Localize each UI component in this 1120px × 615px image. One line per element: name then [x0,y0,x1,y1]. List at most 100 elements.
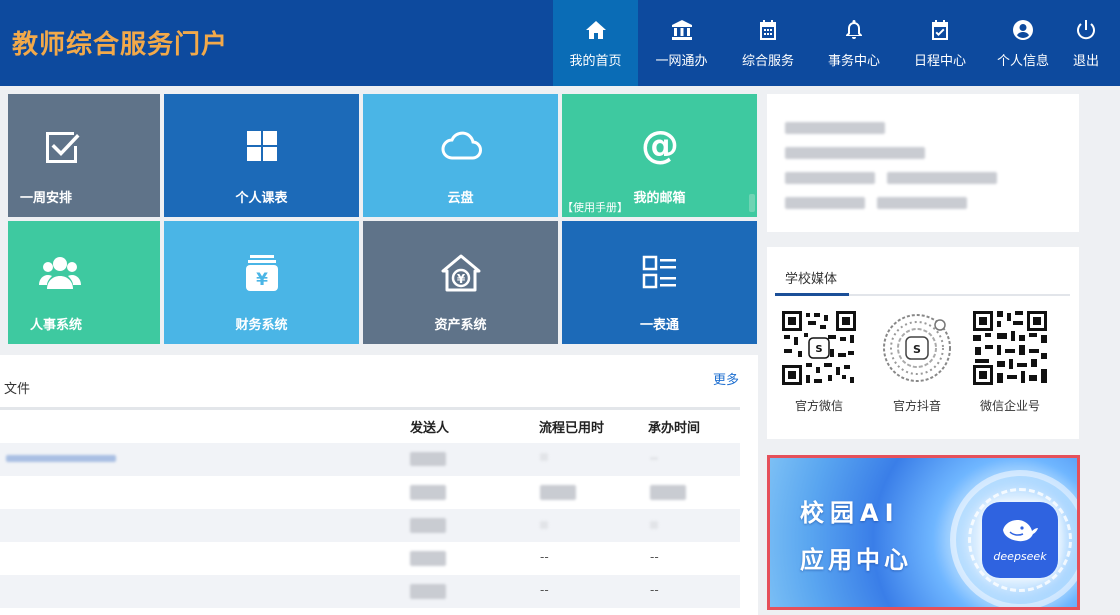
tile-finance-system[interactable]: ¥ 财务系统 [164,221,359,344]
nav-label: 我的首页 [569,53,622,69]
tile-label: 财务系统 [235,318,288,333]
power-icon [1077,19,1095,39]
calendar-check-icon [932,19,948,40]
bell-icon [846,19,862,39]
table-row[interactable] [0,509,740,542]
user-circle-icon [1013,19,1033,40]
sender-redacted [410,551,446,566]
profile-line-redacted [785,122,885,134]
col-handle-time: 承办时间 [648,421,701,436]
deepseek-logo-icon: deepseek [982,502,1058,578]
user-manual-link[interactable]: 【使用手册】 [562,199,628,215]
deepseek-logo-text: deepseek [993,550,1047,563]
svg-text:S: S [815,344,822,355]
tile-timetable[interactable]: 个人课表 [164,94,359,217]
portal-title: 教师综合服务门户 [12,30,229,60]
nav-label: 一网通办 [655,53,708,69]
banner-line-2: 应用中心 [800,546,912,574]
table-row[interactable]: -- -- [0,575,740,608]
table-row[interactable]: -- -- [0,542,740,575]
tile-scrollbar[interactable] [749,194,755,212]
tile-asset-system[interactable]: ¥ 资产系统 [363,221,558,344]
top-header: 教师综合服务门户 我的首页 一网通办 综合服务 事务中心 日程中心 个人信息 退… [0,0,1120,86]
school-media-panel: 学校媒体 S S 官方微信 官方抖音 微信企业号 [767,247,1079,439]
time-redacted [650,521,658,529]
time-value: -- [650,583,659,597]
nav-one-stop[interactable]: 一网通办 [638,0,725,86]
tile-label: 个人课表 [235,191,288,206]
sender-redacted [410,518,446,533]
files-title: 文件 [4,382,31,397]
nav-label: 退出 [1072,53,1099,69]
media-caption: 官方抖音 [892,399,941,413]
time-value: -- [650,550,659,564]
calendar-grid-icon [760,19,776,40]
profile-line-redacted [887,172,997,184]
sender-redacted [410,584,446,599]
nav-label: 事务中心 [827,53,880,69]
app-tiles: 一周安排 个人课表 云盘 @ 我的邮箱 【使用手册】 人事系统 ¥ 财务系统 ¥ [8,94,758,346]
tile-label: 人事系统 [30,318,83,333]
tile-label: 一周安排 [20,191,73,206]
files-divider [0,407,740,410]
profile-line-redacted [785,172,875,184]
main-nav: 我的首页 一网通办 综合服务 事务中心 日程中心 个人信息 退出 [553,0,1109,86]
media-caption: 微信企业号 [979,399,1040,413]
svg-text:¥: ¥ [256,270,268,290]
list-form-icon [638,251,682,295]
wecom-qr-icon [971,309,1049,387]
more-link[interactable]: 更多 [713,369,739,388]
sender-redacted [410,485,446,500]
bank-icon [671,19,692,40]
svg-text:S: S [913,343,921,356]
files-panel: 文件 更多 发送人 流程已用时 承办时间 -- -- -- -- [0,355,758,615]
money-stack-icon: ¥ [240,251,284,295]
banner-line-1: 校园AI [800,499,900,527]
tile-label: 资产系统 [434,318,487,333]
tile-label: 一表通 [639,318,679,333]
ai-app-center-banner[interactable]: deepseek 校园AI 应用中心 [767,455,1080,610]
tile-mailbox[interactable]: @ 我的邮箱 【使用手册】 [562,94,757,217]
people-icon [38,251,82,295]
tile-cloud-drive[interactable]: 云盘 [363,94,558,217]
media-caption: 官方微信 [794,399,843,413]
nav-services[interactable]: 综合服务 [725,0,811,86]
nav-profile[interactable]: 个人信息 [983,0,1063,86]
file-title-redacted[interactable] [6,455,116,462]
tile-label: 云盘 [447,191,474,206]
nav-schedule[interactable]: 日程中心 [897,0,983,86]
house-yen-icon: ¥ [439,251,483,295]
elapsed-value: -- [540,583,549,597]
svg-text:¥: ¥ [456,272,465,286]
nav-logout[interactable]: 退出 [1063,0,1109,86]
tile-hr-system[interactable]: 人事系统 [8,221,160,344]
wechat-qr-icon: S [780,309,858,387]
home-icon [585,20,606,39]
time-redacted [650,457,658,460]
media-tab-title[interactable]: 学校媒体 [785,268,837,287]
time-redacted [650,485,686,500]
douyin-qr-icon: S [878,309,956,387]
sender-redacted [410,452,446,466]
checkbox-icon [40,124,84,168]
table-row[interactable] [0,476,740,509]
tile-one-form[interactable]: 一表通 [562,221,757,344]
at-icon: @ [638,123,682,168]
col-sender: 发送人 [410,421,450,436]
table-row[interactable] [0,443,740,476]
elapsed-redacted [540,485,576,500]
grid-icon [240,124,284,168]
profile-line-redacted [785,197,865,209]
profile-line-redacted [785,147,925,159]
elapsed-redacted [540,521,548,529]
nav-label: 日程中心 [913,53,966,69]
nav-affairs[interactable]: 事务中心 [811,0,897,86]
elapsed-redacted [540,453,548,461]
tile-weekly-schedule[interactable]: 一周安排 [8,94,160,217]
profile-line-redacted [877,197,967,209]
cloud-icon [439,124,483,168]
nav-home[interactable]: 我的首页 [553,0,638,86]
tab-active-indicator [775,293,849,296]
col-elapsed: 流程已用时 [539,421,605,436]
nav-label: 个人信息 [996,53,1049,69]
